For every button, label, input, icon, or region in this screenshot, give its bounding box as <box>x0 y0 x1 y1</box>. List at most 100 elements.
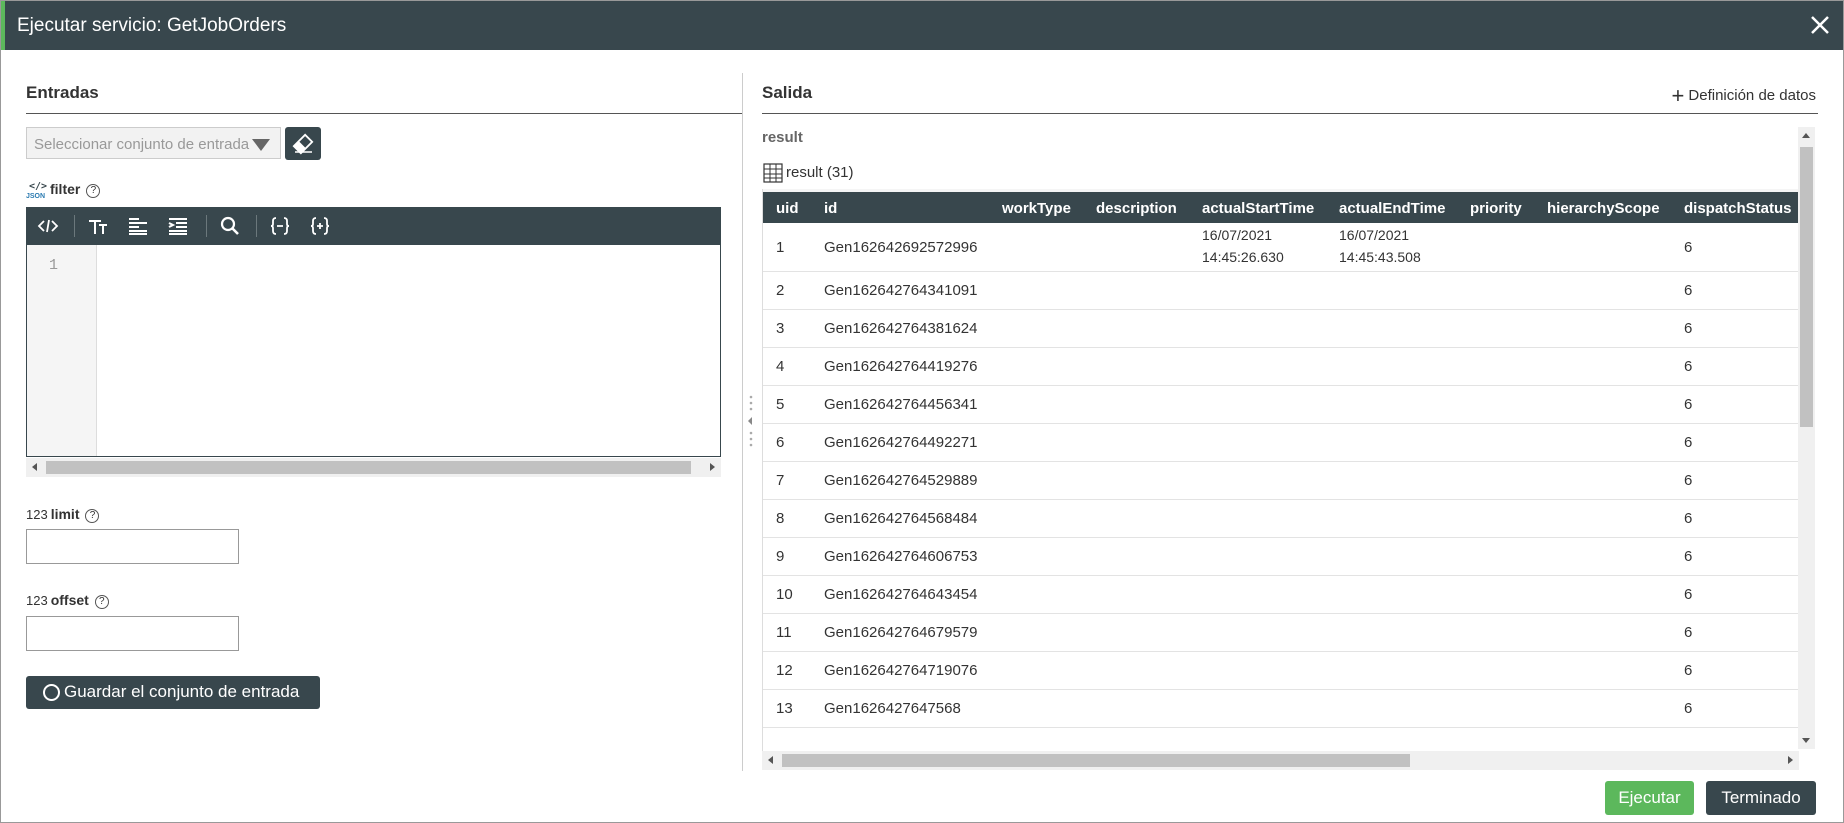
column-header[interactable]: description <box>1096 200 1177 217</box>
cell-dispatch-status: 6 <box>1684 358 1693 375</box>
cell-uid: 8 <box>776 510 785 527</box>
cell-dispatch-status: 6 <box>1684 434 1693 451</box>
cell-dispatch-status: 6 <box>1684 510 1693 527</box>
column-header[interactable]: priority <box>1470 200 1522 217</box>
table-row[interactable]: 4 Gen162642764419276 6 <box>763 348 1799 386</box>
cell-dispatch-status: 6 <box>1684 700 1693 717</box>
grid-horizontal-scrollbar[interactable] <box>762 751 1799 770</box>
result-label: result <box>762 129 803 146</box>
cell-id: Gen1626427647568 <box>824 700 961 717</box>
offset-input[interactable] <box>26 616 239 651</box>
cell-dispatch-status: 6 <box>1684 472 1693 489</box>
table-row[interactable]: 8 Gen162642764568484 6 <box>763 500 1799 538</box>
column-header[interactable]: actualEndTime <box>1339 200 1445 217</box>
scroll-down-icon[interactable] <box>1802 738 1810 743</box>
table-row[interactable]: 13 Gen1626427647568 6 <box>763 690 1799 728</box>
panel-divider <box>742 73 743 771</box>
close-icon[interactable] <box>1807 12 1833 38</box>
cell-id: Gen162642764456341 <box>824 396 978 413</box>
braces-collapse-icon[interactable] <box>268 215 292 237</box>
cell-id: Gen162642764419276 <box>824 358 978 375</box>
table-row[interactable]: 3 Gen162642764381624 6 <box>763 310 1799 348</box>
table-row[interactable]: 5 Gen162642764456341 6 <box>763 386 1799 424</box>
limit-input[interactable] <box>26 529 239 564</box>
result-grid: uid id workType description actualStartT… <box>762 189 1799 751</box>
column-header[interactable]: dispatchStatus <box>1684 200 1792 217</box>
help-icon[interactable]: ? <box>94 595 109 609</box>
table-row[interactable]: 6 Gen162642764492271 6 <box>763 424 1799 462</box>
braces-expand-icon[interactable] <box>308 215 332 237</box>
column-header[interactable]: actualStartTime <box>1202 200 1314 217</box>
grid-header: uid id workType description actualStartT… <box>763 189 1799 223</box>
table-row[interactable]: 12 Gen162642764719076 6 <box>763 652 1799 690</box>
cell-uid: 4 <box>776 358 785 375</box>
table-row[interactable]: 7 Gen162642764529889 6 <box>763 462 1799 500</box>
help-icon[interactable]: ? <box>86 184 101 198</box>
limit-label: 123 limit? <box>26 506 100 523</box>
dialog-titlebar: Ejecutar servicio: GetJobOrders <box>1 1 1843 50</box>
inputs-heading: Entradas <box>26 83 99 102</box>
cell-uid: 9 <box>776 548 785 565</box>
search-icon[interactable] <box>218 215 242 237</box>
table-row[interactable]: 9 Gen162642764606753 6 <box>763 538 1799 576</box>
cell-dispatch-status: 6 <box>1684 586 1693 603</box>
input-set-select[interactable]: Seleccionar conjunto de entrada <box>26 127 281 159</box>
cell-id: Gen162642764643454 <box>824 586 978 603</box>
text-size-icon[interactable] <box>86 215 110 237</box>
clear-input-set-button[interactable] <box>285 127 321 160</box>
output-divider <box>762 113 1818 114</box>
scrollbar-thumb[interactable] <box>782 754 1410 767</box>
done-button[interactable]: Terminado <box>1706 781 1816 815</box>
cell-dispatch-status: 6 <box>1684 624 1693 641</box>
editor-gutter: 1 <box>27 245 97 456</box>
cell-start-time: 14:45:26.630 <box>1202 249 1284 265</box>
column-header[interactable]: id <box>824 200 837 217</box>
cell-end-time: 14:45:43.508 <box>1339 249 1421 265</box>
result-count: result (31) <box>786 164 854 181</box>
column-header[interactable]: workType <box>1002 200 1071 217</box>
scroll-left-icon[interactable] <box>32 463 37 471</box>
cell-id: Gen162642764719076 <box>824 662 978 679</box>
editor-horizontal-scrollbar[interactable] <box>26 458 721 477</box>
scroll-right-icon[interactable] <box>1788 756 1793 764</box>
scroll-left-icon[interactable] <box>768 756 773 764</box>
scroll-up-icon[interactable] <box>1802 133 1810 138</box>
grid-vertical-scrollbar[interactable] <box>1798 127 1815 749</box>
scrollbar-thumb[interactable] <box>46 461 691 474</box>
cell-dispatch-status: 6 <box>1684 662 1693 679</box>
filter-label: filter? <box>50 181 101 198</box>
panel-resize-handle[interactable] <box>746 394 756 450</box>
plus-icon: + <box>1671 83 1685 108</box>
json-type-icon: </> JSON <box>26 181 48 200</box>
cell-uid: 12 <box>776 662 793 679</box>
output-heading: Salida <box>762 83 813 102</box>
column-header[interactable]: uid <box>776 200 799 217</box>
eraser-icon <box>292 133 314 155</box>
scroll-right-icon[interactable] <box>710 463 715 471</box>
run-button[interactable]: Ejecutar <box>1605 781 1694 815</box>
save-input-set-button[interactable]: Guardar el conjunto de entrada <box>26 676 320 709</box>
align-left-icon[interactable] <box>126 215 150 237</box>
table-row[interactable]: 1 Gen162642692572996 16/07/2021 14:45:26… <box>763 223 1799 272</box>
data-definition-button[interactable]: + Definición de datos <box>1672 83 1816 109</box>
cell-end-date: 16/07/2021 <box>1339 227 1410 243</box>
cell-id: Gen162642764606753 <box>824 548 978 565</box>
indent-icon[interactable] <box>166 215 190 237</box>
column-header[interactable]: hierarchyScope <box>1547 200 1660 217</box>
scrollbar-thumb[interactable] <box>1800 147 1813 427</box>
json-editor-toolbar <box>26 207 721 245</box>
json-editor[interactable]: 1 <box>26 245 721 457</box>
table-row[interactable]: 10 Gen162642764643454 6 <box>763 576 1799 614</box>
table-icon <box>763 163 783 183</box>
cell-uid: 10 <box>776 586 793 603</box>
cell-uid: 1 <box>776 239 785 256</box>
execute-service-dialog: Ejecutar servicio: GetJobOrders Entradas… <box>0 0 1844 823</box>
help-icon[interactable]: ? <box>85 509 100 523</box>
cell-uid: 2 <box>776 282 785 299</box>
cell-uid: 3 <box>776 320 785 337</box>
table-row[interactable]: 2 Gen162642764341091 6 <box>763 272 1799 310</box>
cell-uid: 13 <box>776 700 793 717</box>
cell-id: Gen162642764381624 <box>824 320 978 337</box>
table-row[interactable]: 11 Gen162642764679579 6 <box>763 614 1799 652</box>
code-icon[interactable] <box>36 215 60 237</box>
